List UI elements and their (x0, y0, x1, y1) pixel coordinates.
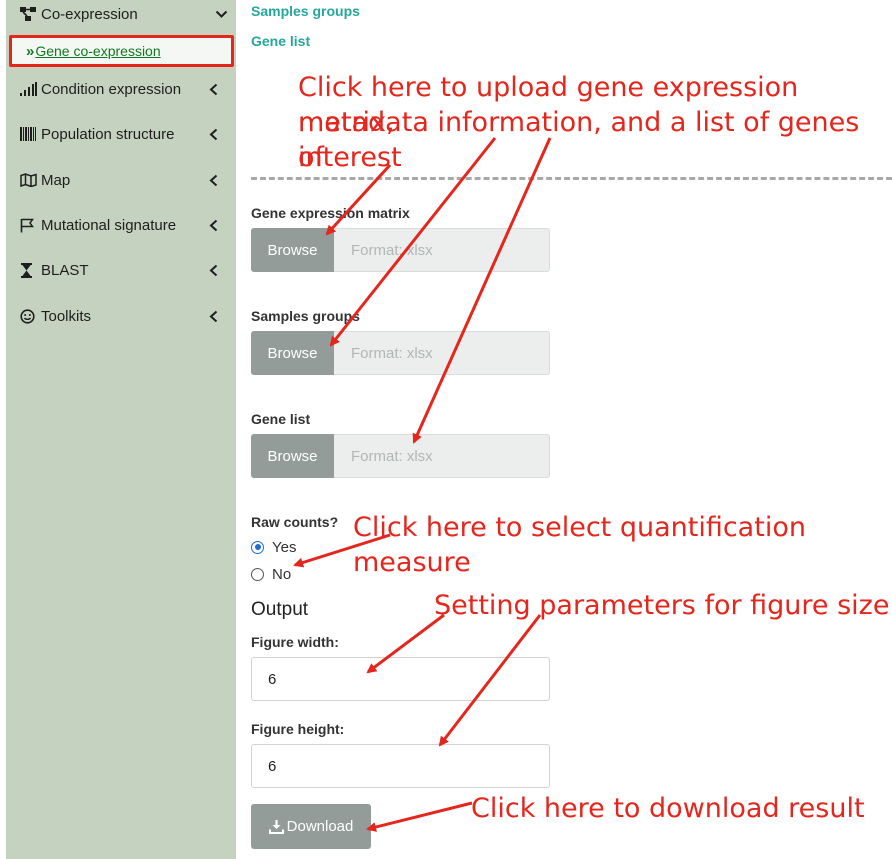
arrow-to-download (366, 801, 473, 832)
gene-list-link[interactable]: Gene list (251, 33, 310, 49)
sidebar-item-label: Mutational signature (41, 216, 177, 234)
flag-icon (20, 218, 38, 233)
network-icon (20, 7, 38, 21)
chevron-left-icon (206, 170, 220, 190)
double-chevron-right-icon: » (26, 42, 34, 60)
sidebar-item-label: Co-expression (41, 5, 138, 23)
gene-expression-matrix-upload: Browse Format: xlsx (251, 228, 550, 272)
map-icon (20, 173, 38, 187)
browse-button[interactable]: Browse (251, 228, 334, 272)
arrow-to-matrix-browse (325, 163, 392, 236)
sidebar-item-condition-expression[interactable]: Condition expression (20, 77, 220, 101)
radio-label: No (272, 565, 292, 583)
sidebar-item-label: Toolkits (41, 307, 92, 325)
barcode-icon (20, 127, 38, 141)
samples-groups-link[interactable]: Samples groups (251, 3, 360, 19)
annotation-download: Click here to download result (471, 793, 865, 824)
annotation-upload-line-3: interest (298, 142, 402, 173)
sidebar-item-mutational-signature[interactable]: Mutational signature (20, 213, 220, 237)
file-name-field[interactable]: Format: xlsx (334, 331, 550, 375)
smile-icon (20, 308, 38, 324)
radio-indicator (251, 567, 264, 581)
download-icon (268, 819, 284, 834)
figure-height-label: Figure height: (251, 721, 345, 737)
hourglass-icon (20, 262, 38, 278)
sidebar-item-label: BLAST (41, 261, 89, 279)
chevron-left-icon (206, 215, 220, 235)
chevron-left-icon (206, 306, 220, 326)
arrow-to-genelist-field (412, 137, 552, 444)
signal-bars-icon (20, 82, 38, 96)
sidebar-item-gene-co-expression[interactable]: » Gene co-expression (9, 35, 234, 67)
file-name-field[interactable]: Format: xlsx (334, 434, 550, 478)
sidebar-item-label: Condition expression (41, 80, 182, 98)
annotation-figure-size: Setting parameters for figure size (434, 590, 890, 621)
sidebar-item-label: Gene co-expression (35, 43, 161, 59)
raw-counts-yes-radio[interactable]: Yes (251, 537, 296, 557)
download-label: Download (286, 818, 354, 835)
chevron-down-icon (214, 4, 228, 24)
browse-button[interactable]: Browse (251, 331, 334, 375)
figure-width-input[interactable]: 6 (251, 657, 550, 701)
chevron-left-icon (206, 260, 220, 280)
output-heading: Output (251, 599, 309, 620)
section-divider (251, 177, 892, 180)
figure-height-input[interactable]: 6 (251, 744, 550, 788)
annotation-quantification: Click here to select quantification meas… (353, 512, 806, 578)
radio-label: Yes (272, 538, 297, 556)
sidebar: Co-expression » Gene co-expression Condi… (6, 0, 236, 859)
figure-width-label: Figure width: (251, 634, 339, 650)
chevron-left-icon (206, 124, 220, 144)
samples-groups-upload: Browse Format: xlsx (251, 331, 550, 375)
chevron-left-icon (206, 79, 220, 99)
raw-counts-label: Raw counts? (251, 514, 339, 530)
download-button[interactable]: Download (251, 804, 371, 849)
sidebar-item-blast[interactable]: BLAST (20, 258, 220, 282)
sidebar-item-map[interactable]: Map (20, 168, 220, 192)
raw-counts-no-radio[interactable]: No (251, 564, 291, 584)
gene-expression-matrix-label: Gene expression matrix (251, 205, 410, 221)
gene-list-upload: Browse Format: xlsx (251, 434, 550, 478)
sidebar-item-label: Population structure (41, 125, 175, 143)
browse-button[interactable]: Browse (251, 434, 334, 478)
sidebar-item-toolkits[interactable]: Toolkits (20, 304, 220, 328)
samples-groups-label: Samples groups (251, 308, 360, 324)
sidebar-item-population-structure[interactable]: Population structure (20, 122, 220, 146)
gene-list-label: Gene list (251, 411, 311, 427)
sidebar-item-co-expression[interactable]: Co-expression (20, 2, 227, 26)
radio-indicator (251, 540, 264, 554)
sidebar-item-label: Map (41, 171, 71, 189)
file-name-field[interactable]: Format: xlsx (334, 228, 550, 272)
